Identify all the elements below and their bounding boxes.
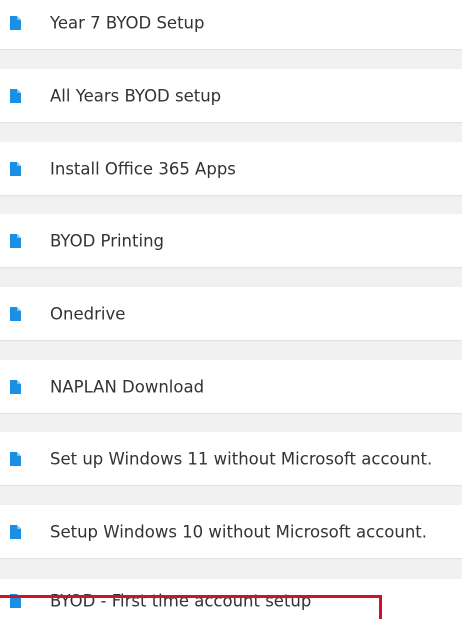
list-item-label: BYOD - First time account setup	[50, 591, 312, 611]
document-icon	[10, 594, 21, 608]
document-icon	[10, 451, 21, 466]
list-item[interactable]: Install Office 365 Apps	[0, 142, 462, 195]
list-item-label: BYOD Printing	[50, 231, 165, 250]
list-item-label: Year 7 BYOD Setup	[50, 13, 205, 32]
document-icon	[10, 306, 21, 321]
list-item-label: Setup Windows 10 without Microsoft accou…	[50, 522, 427, 541]
list-item-label: NAPLAN Download	[50, 377, 205, 396]
document-icon	[10, 88, 21, 103]
document-icon	[10, 524, 21, 539]
list-item-label: Onedrive	[50, 304, 126, 323]
document-list: Year 7 BYOD Setup All Years BYOD setup I…	[0, 0, 462, 623]
list-item[interactable]: BYOD - First time account setup	[0, 579, 462, 623]
list-item-label: Install Office 365 Apps	[50, 159, 236, 178]
document-icon	[10, 161, 21, 176]
list-item[interactable]: Onedrive	[0, 287, 462, 340]
list-item[interactable]: NAPLAN Download	[0, 360, 462, 413]
list-item[interactable]: All Years BYOD setup	[0, 69, 462, 122]
list-item[interactable]: Setup Windows 10 without Microsoft accou…	[0, 505, 462, 558]
list-item[interactable]: BYOD Printing	[0, 214, 462, 267]
list-item[interactable]: Set up Windows 11 without Microsoft acco…	[0, 432, 462, 485]
list-item-label: All Years BYOD setup	[50, 86, 222, 105]
list-item-label: Set up Windows 11 without Microsoft acco…	[50, 449, 433, 468]
document-icon	[10, 379, 21, 394]
document-icon	[10, 233, 21, 248]
list-item[interactable]: Year 7 BYOD Setup	[0, 0, 462, 49]
document-icon	[10, 15, 21, 30]
